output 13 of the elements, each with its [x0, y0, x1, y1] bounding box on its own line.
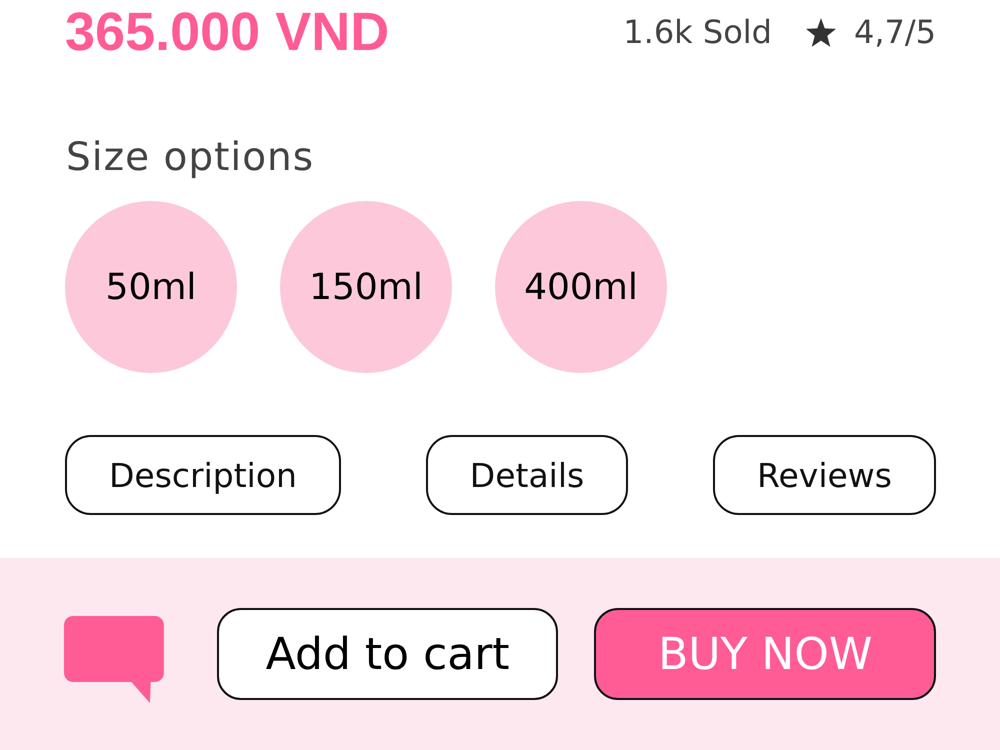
price-text: 365.000 VND [65, 2, 390, 62]
star-icon [806, 18, 836, 46]
tab[interactable]: Description [65, 435, 341, 515]
size-option[interactable]: 400ml [495, 201, 667, 373]
tab[interactable]: Reviews [713, 435, 936, 515]
section-heading: Size options [66, 135, 314, 181]
add-to-cart-button[interactable]: Add to cart [216, 608, 558, 700]
rating-text: 4,7/5 [854, 12, 936, 53]
size-option[interactable]: 50ml [65, 201, 237, 373]
chat-icon[interactable] [64, 616, 164, 702]
tab[interactable]: Details [426, 435, 628, 515]
size-option[interactable]: 150ml [280, 201, 452, 373]
sold-count: 1.6k Sold [623, 12, 772, 53]
